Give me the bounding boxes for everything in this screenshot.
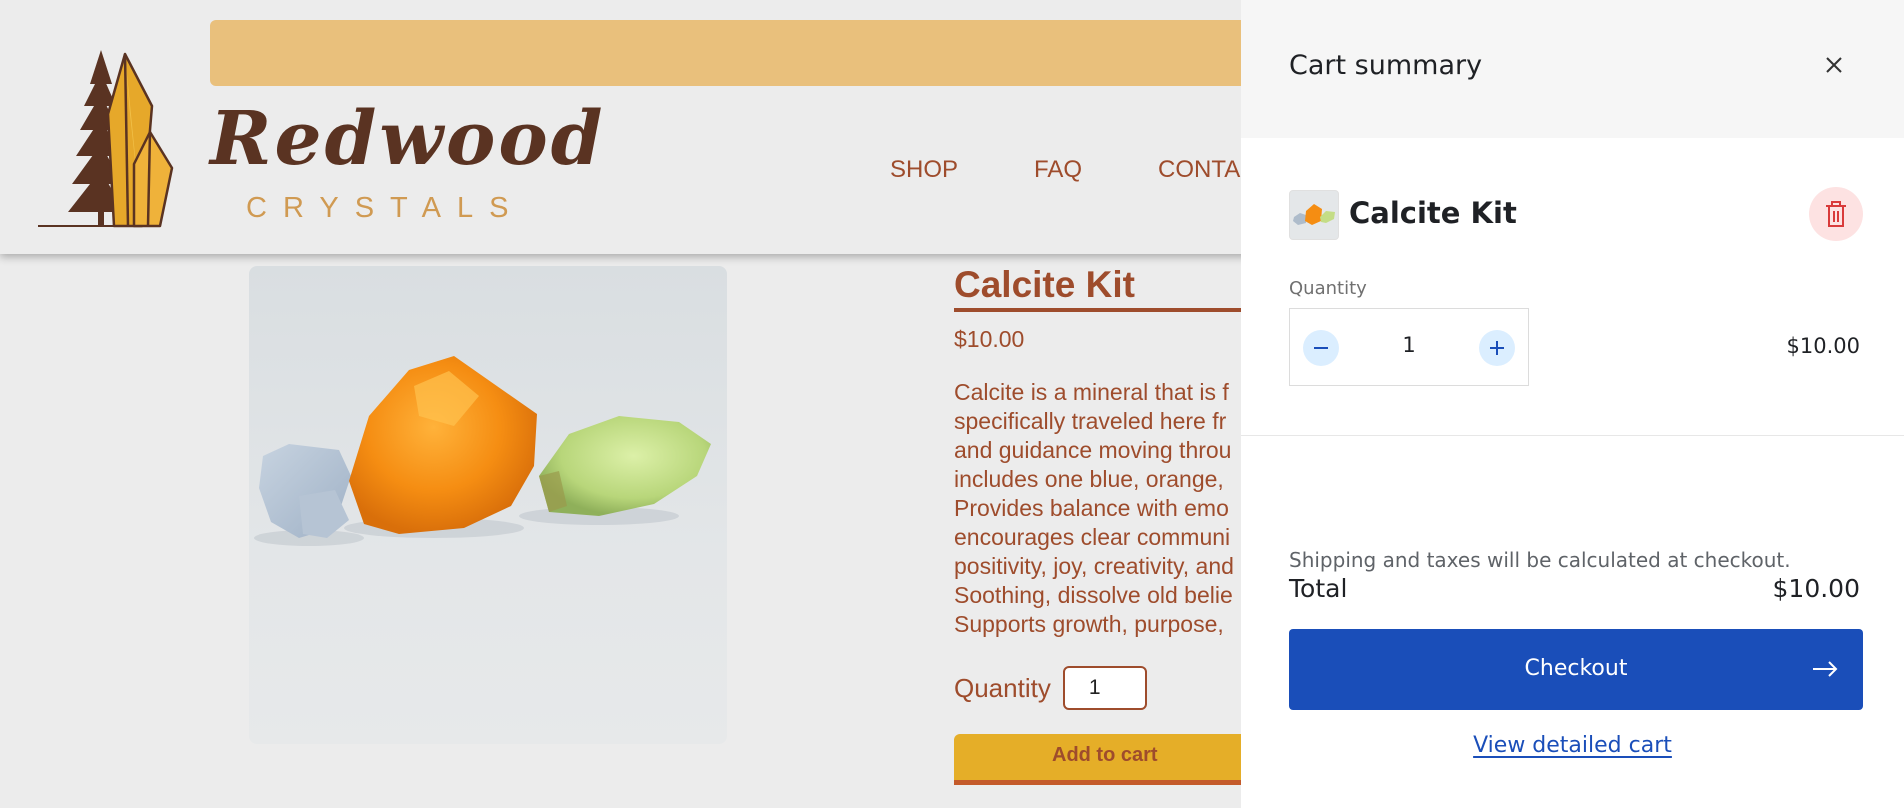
product-description: Calcite is a mineral that is f specifica… [954, 378, 1254, 639]
remove-item-button[interactable] [1809, 187, 1863, 241]
add-to-cart-button[interactable]: Add to cart [954, 734, 1274, 780]
description-line: Soothing, dissolve old belie [954, 582, 1233, 608]
description-line: includes one blue, orange, [954, 466, 1224, 492]
calcite-crystals-photo [254, 356, 711, 546]
product-title: Calcite Kit [954, 264, 1135, 305]
description-line: Supports growth, purpose, [954, 611, 1224, 637]
checkout-button[interactable]: Checkout [1289, 629, 1863, 710]
close-cart-button[interactable] [1817, 48, 1851, 82]
description-line: positivity, joy, creativity, and [954, 553, 1234, 579]
logo-subtitle: CRYSTALS [246, 192, 525, 224]
description-line: specifically traveled here fr [954, 408, 1227, 434]
cart-item-price: $10.00 [1786, 334, 1860, 358]
cart-item-thumbnail [1289, 190, 1339, 240]
cart-drawer: Cart summary Calcite Kit Quantity 1 $10.… [1241, 0, 1904, 808]
logo-wordmark: Redwood [210, 96, 606, 182]
product-image[interactable] [249, 266, 727, 744]
shipping-note: Shipping and taxes will be calculated at… [1289, 548, 1791, 572]
nav-shop[interactable]: SHOP [890, 156, 958, 184]
product-price: $10.00 [954, 326, 1025, 352]
description-line: encourages clear communi [954, 524, 1231, 550]
logo[interactable]: Redwood CRYSTALS [30, 44, 602, 234]
cart-item-name: Calcite Kit [1349, 196, 1517, 230]
tree-crystal-logo-icon [38, 50, 174, 228]
calcite-thumb-image [1293, 204, 1335, 225]
quantity-stepper: 1 [1289, 308, 1529, 386]
plus-icon [1490, 341, 1504, 355]
cart-item-quantity-label: Quantity [1289, 278, 1367, 299]
view-cart-container: View detailed cart [1241, 733, 1904, 758]
total-value: $10.00 [1772, 574, 1860, 603]
view-detailed-cart-link[interactable]: View detailed cart [1473, 733, 1672, 758]
description-line: and guidance moving throu [954, 437, 1232, 463]
nav-faq[interactable]: FAQ [1034, 156, 1082, 184]
arrow-right-icon [1813, 661, 1838, 677]
description-line: Provides balance with emo [954, 495, 1229, 521]
close-icon [1826, 57, 1842, 73]
increase-quantity-button[interactable] [1479, 330, 1515, 366]
trash-icon [1826, 201, 1846, 227]
description-line: Calcite is a mineral that is f [954, 379, 1229, 405]
product-quantity-input[interactable]: 1 [1062, 666, 1147, 710]
cart-title: Cart summary [1289, 50, 1483, 81]
main-nav: SHOP FAQ CONTACT [890, 156, 1272, 184]
divider [1241, 435, 1904, 436]
checkout-label: Checkout [1524, 656, 1628, 681]
cart-drawer-header: Cart summary [1241, 0, 1904, 138]
product-quantity-label: Quantity [954, 672, 1051, 703]
product-quantity-row: Quantity 1 [954, 666, 1147, 710]
total-label: Total [1289, 574, 1348, 603]
title-underline [954, 308, 1244, 312]
